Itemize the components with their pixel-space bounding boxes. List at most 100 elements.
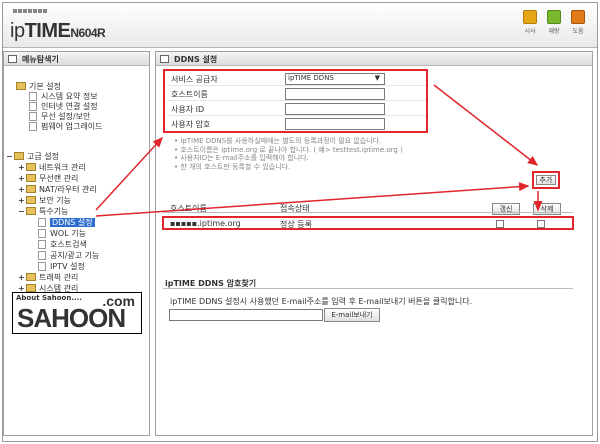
document-icon — [38, 218, 46, 227]
panel-icon — [160, 55, 169, 63]
folder-icon — [26, 163, 36, 171]
tree-label: 무선 설정/보안 — [41, 112, 91, 121]
hostname-row: 호스트이름 — [167, 87, 426, 101]
hostname-input[interactable] — [285, 88, 385, 100]
tree-label: 무선랜 관리 — [39, 174, 79, 183]
help-icon — [571, 10, 585, 24]
tree-label: 보안 기능 — [39, 196, 71, 205]
help-label: 도움 — [572, 28, 584, 35]
save-label: 재랑 — [548, 28, 560, 35]
refresh-button[interactable]: 갱신 — [492, 203, 520, 215]
note-text: 사용자ID는 E-mail주소를 입력해야 합니다. — [180, 154, 309, 162]
tree-label: 고급 설정 — [27, 152, 59, 161]
tree-item-iptv[interactable]: IPTV 설정 — [38, 261, 85, 272]
expand-icon: + — [18, 163, 25, 172]
panel-title: DDNS 설정 — [156, 52, 592, 66]
tree-label: WOL 기능 — [50, 229, 86, 238]
expand-icon: + — [18, 196, 25, 205]
tree-item-notice[interactable]: 공지/광고 기능 — [38, 250, 99, 261]
tree-item-wol[interactable]: WOL 기능 — [38, 228, 86, 239]
tree-item-ddns[interactable]: DDNS 설정 — [38, 217, 95, 228]
folder-icon — [26, 196, 36, 204]
password-recovery-desc: ipTIME DDNS 설정시 사용했던 E-mail주소를 입력 후 E-ma… — [170, 297, 473, 306]
refresh-checkbox[interactable] — [496, 220, 504, 228]
sahoon-watermark: About Sahoon.... .com SAHOON — [12, 292, 142, 334]
hostname-label: 호스트이름 — [171, 90, 208, 99]
document-icon — [38, 240, 46, 249]
tree-label: 시스템 요약 정보 — [41, 92, 98, 101]
panel-title: 메뉴탐색기 — [4, 52, 149, 66]
tree-label: 펌웨어 업그레이드 — [41, 122, 103, 131]
brand-bold: TIME — [24, 20, 71, 42]
main-title: DDNS 설정 — [174, 55, 218, 64]
send-email-button[interactable]: E-mail보내기 — [324, 308, 380, 322]
folder-icon — [14, 152, 24, 160]
tree-item-host-search[interactable]: 호스트검색 — [38, 239, 87, 250]
expand-icon: + — [18, 273, 25, 282]
provider-value: ipTIME DDNS — [288, 74, 334, 82]
document-icon — [29, 92, 37, 101]
section-divider — [163, 288, 573, 289]
note-text: 호스트이름은 iptime.org 로 끝나야 합니다. ( 예> testte… — [180, 145, 403, 154]
ddns-settings-panel: DDNS 설정 서비스 공급자 ipTIME DDNS ▼ 호스트이름 사용자 … — [155, 51, 593, 436]
provider-select[interactable]: ipTIME DDNS ▼ — [285, 73, 385, 85]
add-button-highlight: 추가 — [532, 171, 560, 189]
userid-input[interactable] — [285, 103, 385, 115]
collapse-icon: − — [18, 207, 25, 216]
tree-item-firmware[interactable]: 펌웨어 업그레이드 — [29, 121, 102, 132]
note-item: • 한 개의 호스트만 등록할 수 있습니다. — [174, 162, 291, 171]
tree-label: IPTV 설정 — [50, 262, 85, 271]
tree-item-special[interactable]: − 특수기능 — [18, 206, 68, 217]
help-button[interactable]: 도움 — [569, 10, 587, 35]
note-item: • 사용자ID는 E-mail주소를 입력해야 합니다. — [174, 154, 309, 162]
save-button[interactable]: 재랑 — [545, 10, 563, 35]
tree-label: 호스트검색 — [50, 240, 87, 249]
monitor-label: 시사 — [524, 28, 536, 35]
table-divider — [163, 212, 573, 213]
provider-row: 서비스 공급자 ipTIME DDNS ▼ — [167, 72, 426, 86]
folder-icon — [26, 273, 36, 281]
password-input[interactable] — [285, 118, 385, 130]
tree-label: 네트워크 관리 — [39, 163, 86, 172]
document-icon — [38, 229, 46, 238]
note-item: • 호스트이름은 iptime.org 로 끝나야 합니다. ( 예> test… — [174, 145, 403, 154]
add-button[interactable]: 추가 — [536, 175, 556, 185]
tree-item-network[interactable]: + 네트워크 관리 — [18, 162, 86, 173]
tree-label: NAT/라우터 관리 — [39, 185, 97, 194]
tree-item-traffic[interactable]: + 트래픽 관리 — [18, 272, 78, 283]
note-item: • ipTIME DDNS를 사용하실때에는 별도의 등록과정이 필요 없습니다… — [174, 137, 382, 145]
email-input[interactable] — [169, 309, 323, 321]
delete-checkbox[interactable] — [537, 220, 545, 228]
collapse-icon: − — [6, 152, 13, 161]
monitor-button[interactable]: 시사 — [521, 10, 539, 35]
row-hostname: ▪▪▪▪▪.iptime.org — [170, 219, 241, 228]
password-label: 사용자 암호 — [171, 120, 211, 129]
tree-label-selected: DDNS 설정 — [50, 218, 95, 227]
tree-label: 공지/광고 기능 — [50, 251, 100, 260]
brand-dots-icon — [13, 9, 47, 13]
note-text: ipTIME DDNS를 사용하실때에는 별도의 등록과정이 필요 없습니다. — [180, 137, 382, 145]
folder-icon — [26, 207, 36, 215]
expand-icon: + — [18, 185, 25, 194]
tree-label: 특수기능 — [39, 207, 69, 216]
top-header: ipTIMEN604R 시사 재랑 도움 — [3, 3, 597, 48]
tree-item-nat[interactable]: + NAT/라우터 관리 — [18, 184, 97, 195]
tree-item-security[interactable]: + 보안 기능 — [18, 195, 71, 206]
delete-button[interactable]: 삭제 — [533, 203, 561, 215]
help-notes: • ipTIME DDNS를 사용하실때에는 별도의 등록과정이 필요 없습니다… — [174, 137, 403, 171]
menu-explorer-panel: 메뉴탐색기 기본 설정 시스템 요약 정보 인터넷 연결 설정 무선 설정/보안… — [3, 51, 150, 436]
folder-icon — [26, 284, 36, 292]
brand-light: ip — [10, 20, 25, 42]
document-icon — [38, 251, 46, 260]
folder-icon — [26, 185, 36, 193]
ddns-form-highlight: 서비스 공급자 ipTIME DDNS ▼ 호스트이름 사용자 ID 사용자 암… — [163, 69, 428, 133]
expand-icon: + — [18, 174, 25, 183]
userid-row: 사용자 ID — [167, 102, 426, 116]
monitor-icon — [523, 10, 537, 24]
panel-icon — [8, 55, 17, 63]
tree-item-wlan[interactable]: + 무선랜 관리 — [18, 173, 78, 184]
tree-label: 기본 설정 — [29, 82, 61, 91]
tree-advanced-settings[interactable]: − 고급 설정 — [6, 151, 59, 162]
row-status: 정상 등록 — [280, 220, 312, 229]
note-text: 한 개의 호스트만 등록할 수 있습니다. — [180, 162, 291, 171]
